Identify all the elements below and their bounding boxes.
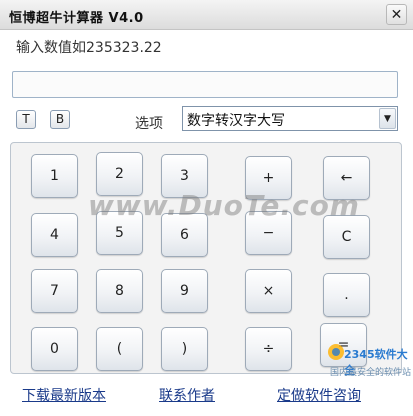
title-bar: 恒博超牛计算器 V4.0 ✕ — [0, 0, 413, 30]
key-equals[interactable]: = — [320, 323, 367, 367]
key-dot[interactable]: . — [323, 273, 370, 317]
key-3[interactable]: 3 — [161, 154, 208, 198]
key-8[interactable]: 8 — [96, 269, 143, 313]
key-0[interactable]: 0 — [31, 327, 78, 371]
calculator-window: 恒博超牛计算器 V4.0 ✕ 输入数值如235323.22 T B 选项 数字转… — [0, 0, 413, 416]
options-label: 选项 — [135, 116, 163, 132]
window-title: 恒博超牛计算器 V4.0 — [9, 11, 144, 26]
input-hint: 输入数值如235323.22 — [16, 40, 162, 56]
mode-select-value: 数字转汉字大写 — [187, 113, 285, 129]
key-right-paren[interactable]: ) — [161, 327, 208, 371]
key-2[interactable]: 2 — [96, 152, 143, 196]
key-clear[interactable]: C — [323, 215, 370, 259]
contact-author-link[interactable]: 联系作者 — [159, 385, 215, 405]
mode-t-button[interactable]: T — [16, 110, 36, 129]
key-divide[interactable]: ÷ — [245, 327, 292, 371]
key-times[interactable]: × — [245, 269, 292, 313]
calculator-display[interactable] — [12, 71, 398, 98]
key-5[interactable]: 5 — [96, 211, 143, 255]
keypad-panel: 1 2 3 + ← 4 5 6 − C 7 8 9 × . 0 ( ) ÷ = — [10, 142, 402, 374]
key-plus[interactable]: + — [245, 156, 292, 200]
key-1[interactable]: 1 — [31, 154, 78, 198]
backspace-icon: ← — [340, 170, 353, 186]
key-4[interactable]: 4 — [31, 213, 78, 257]
key-7[interactable]: 7 — [31, 269, 78, 313]
chevron-down-icon[interactable]: ▼ — [379, 108, 396, 129]
close-button[interactable]: ✕ — [386, 4, 407, 25]
mode-select[interactable]: 数字转汉字大写 ▼ — [182, 106, 398, 131]
close-icon: ✕ — [390, 7, 403, 23]
download-latest-link[interactable]: 下载最新版本 — [22, 385, 106, 405]
custom-software-link[interactable]: 定做软件咨询 — [277, 385, 361, 405]
key-left-paren[interactable]: ( — [96, 327, 143, 371]
key-backspace[interactable]: ← — [323, 156, 370, 200]
key-minus[interactable]: − — [245, 211, 292, 255]
mode-b-button[interactable]: B — [50, 110, 70, 129]
key-6[interactable]: 6 — [161, 213, 208, 257]
key-9[interactable]: 9 — [161, 269, 208, 313]
